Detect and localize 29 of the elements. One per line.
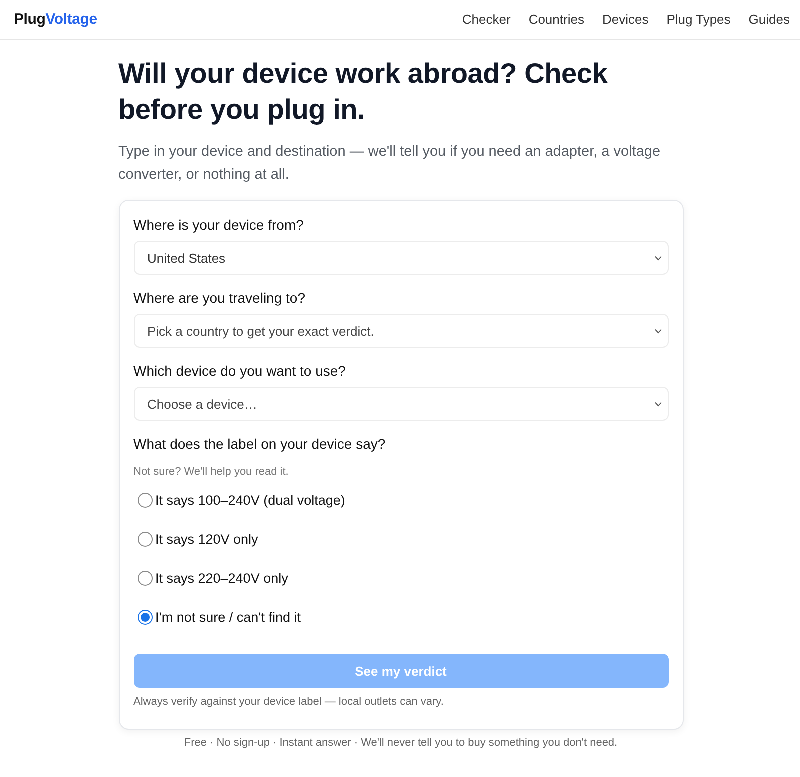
field-label: What does the label on your device say? bbox=[134, 435, 387, 453]
radio-label[interactable]: It says 100–240V (dual voltage) bbox=[156, 492, 346, 508]
field-label: Where are you traveling to? bbox=[134, 289, 306, 307]
radio-label[interactable]: It says 220–240V only bbox=[156, 570, 288, 586]
radio-button[interactable] bbox=[138, 610, 152, 624]
select-field[interactable]: Choose a device… bbox=[134, 387, 668, 421]
nav-link[interactable]: Countries bbox=[528, 12, 584, 27]
footer-text: Free · No sign-up · Instant answer · We'll never tell you to buy something you don't need. bbox=[183, 736, 619, 750]
nav-link[interactable]: Plug Types bbox=[666, 12, 731, 27]
nav-link[interactable]: Checker bbox=[462, 12, 511, 27]
radio-button[interactable] bbox=[138, 532, 152, 546]
page-heading: Will your device work abroad? Check before you plug in. bbox=[118, 57, 609, 127]
field-label: Where is your device from? bbox=[134, 216, 305, 234]
chevron-icon bbox=[654, 402, 662, 406]
radio-button[interactable] bbox=[138, 492, 152, 508]
select-field[interactable]: Pick a country to get your exact verdict. bbox=[134, 314, 668, 348]
nav-link[interactable]: Devices bbox=[602, 12, 649, 27]
hint-text: Not sure? We'll help you read it. bbox=[134, 465, 290, 479]
select-field[interactable]: United States bbox=[134, 241, 668, 275]
logo[interactable]: PlugVoltage bbox=[14, 11, 98, 28]
field-label: Which device do you want to use? bbox=[134, 362, 347, 380]
chevron-icon bbox=[654, 256, 662, 260]
nav-link[interactable]: Guides bbox=[748, 12, 790, 27]
intro-text: Type in your device and destination — we'll tell you if you need an adapter, a voltage converter, or nothing at all. bbox=[118, 143, 662, 185]
radio-label[interactable]: I'm not sure / can't find it bbox=[156, 610, 301, 624]
chevron-icon bbox=[654, 328, 662, 334]
radio-label[interactable]: It says 120V only bbox=[156, 532, 258, 546]
note-text: Always verify against your device label — local outlets can vary. bbox=[134, 695, 445, 709]
radio-button[interactable] bbox=[138, 570, 152, 586]
